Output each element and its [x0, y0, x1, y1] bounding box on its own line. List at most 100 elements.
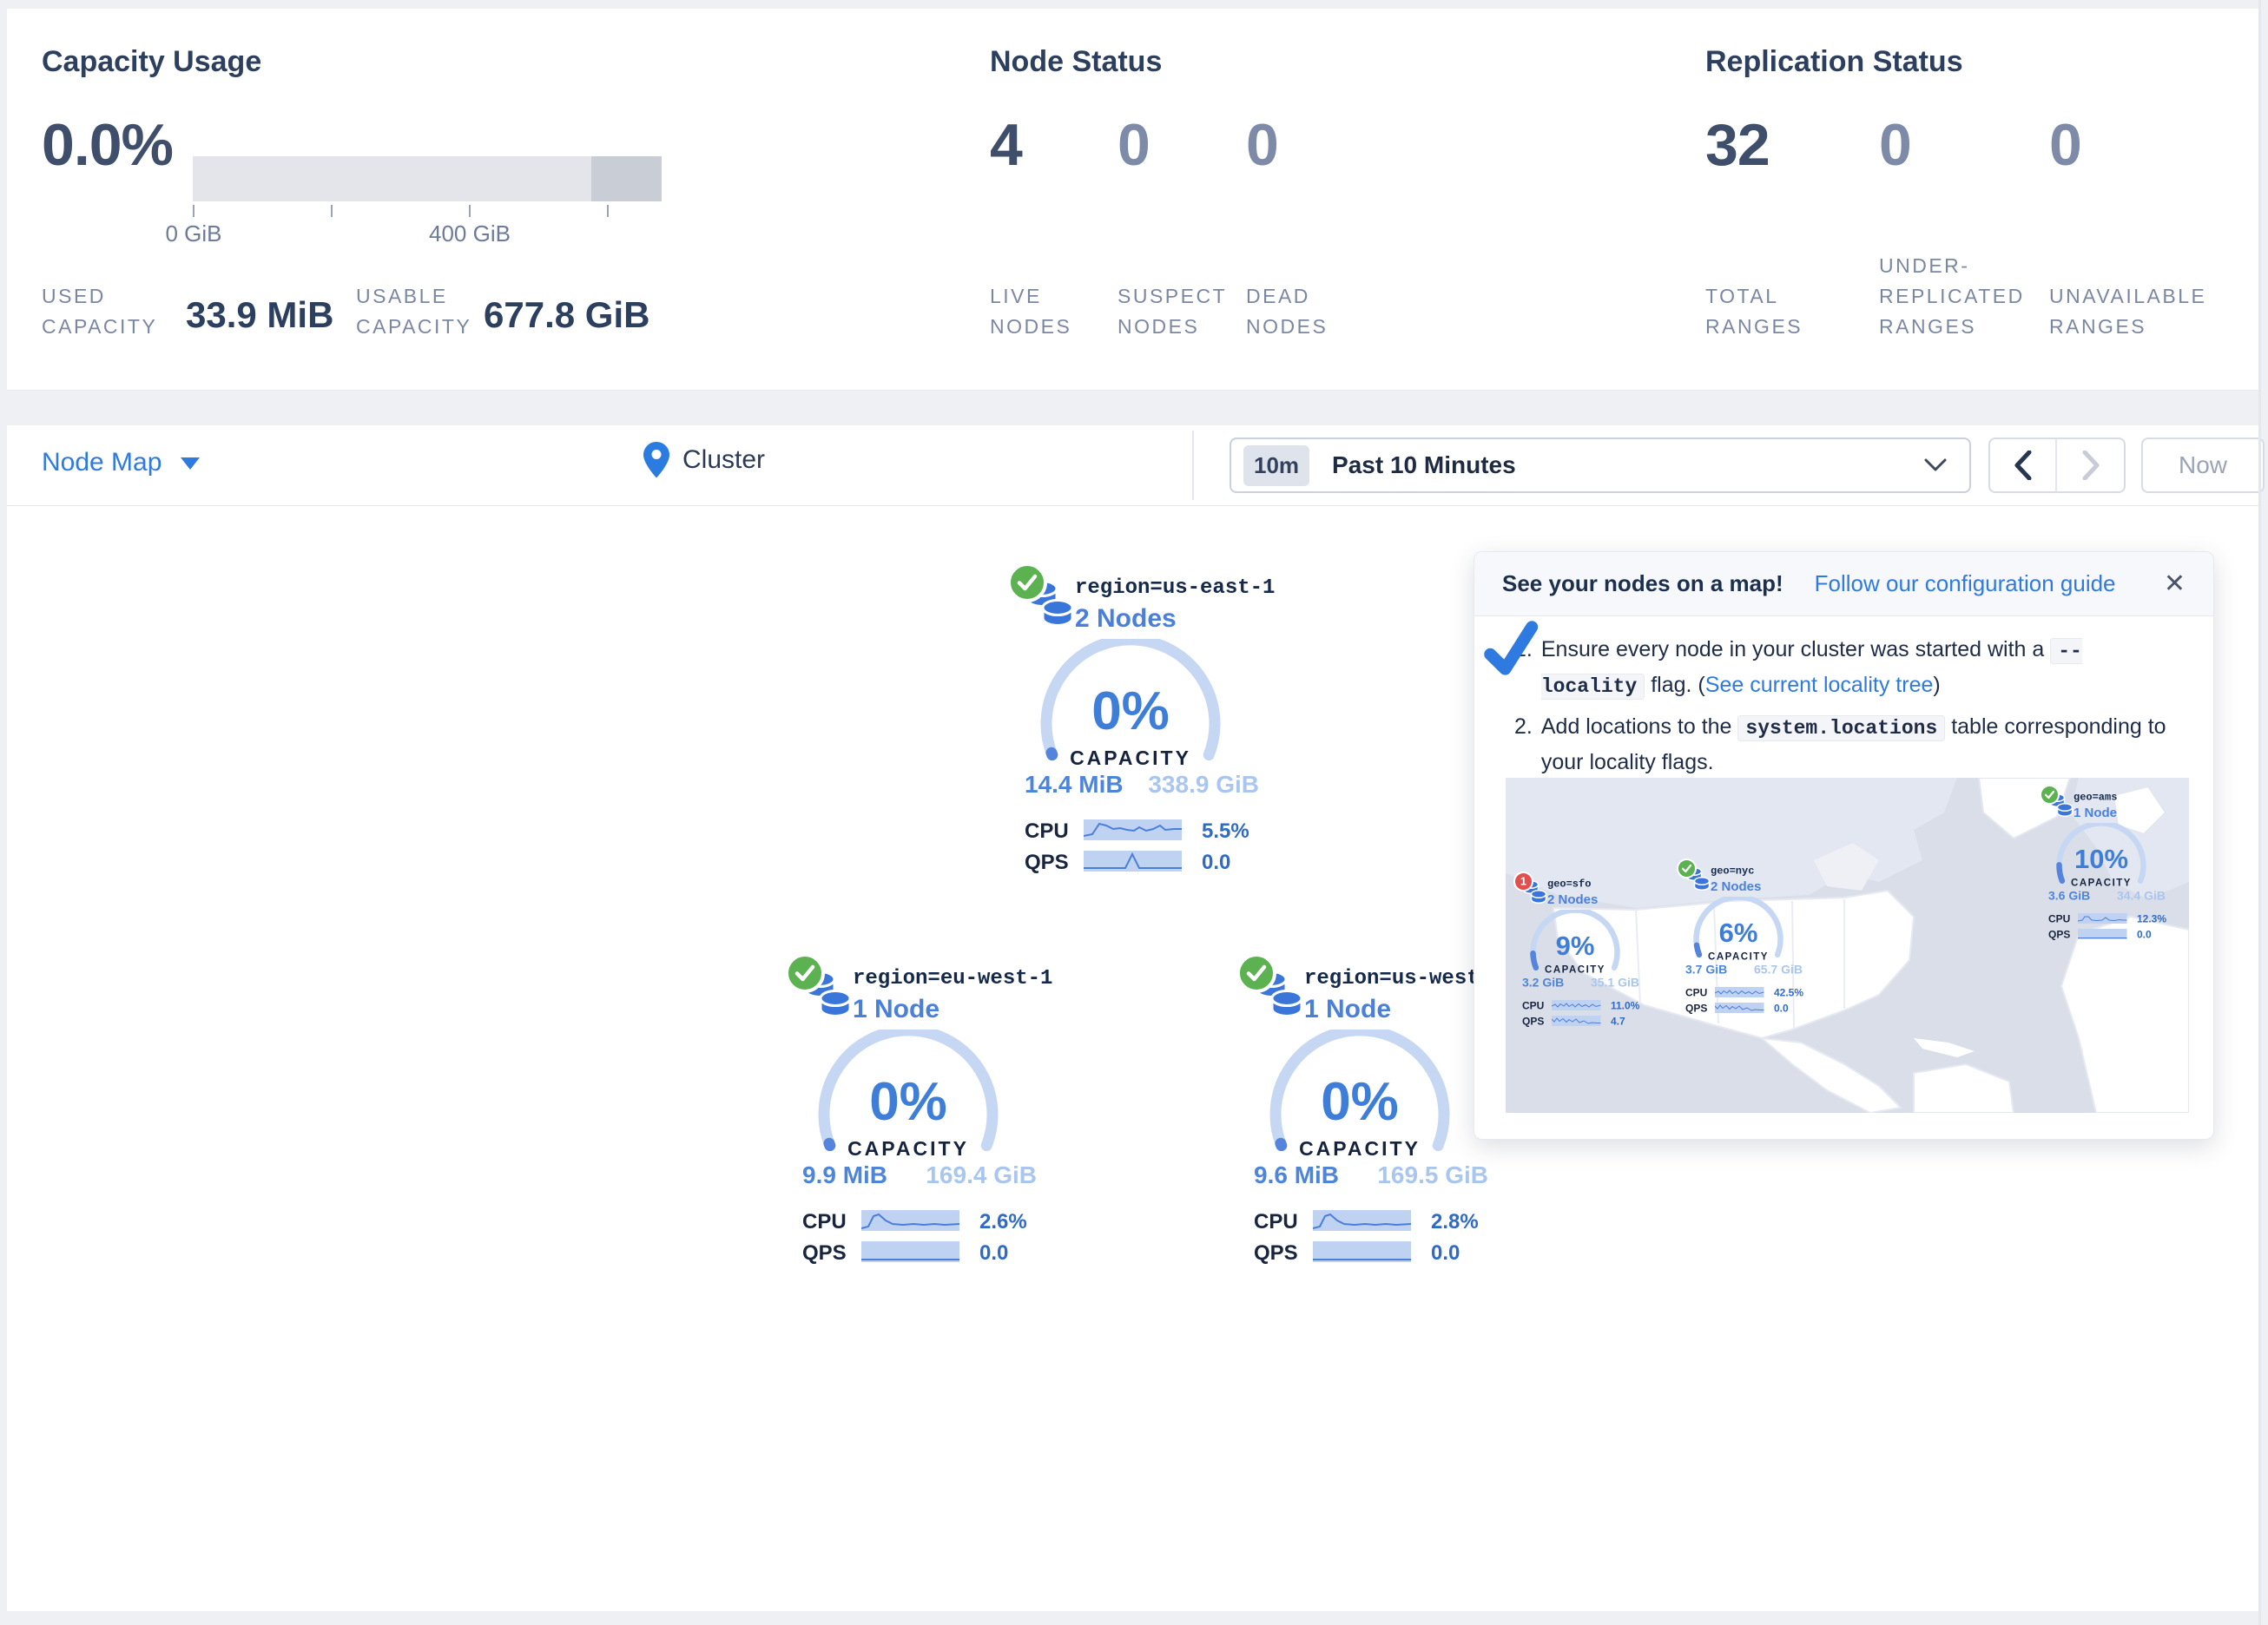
- qps-value: 0.0: [1431, 1241, 1460, 1266]
- replication-status-title: Replication Status: [1705, 45, 1963, 79]
- chevron-down-icon: [1924, 458, 1947, 472]
- warning-badge-icon: 1: [1513, 872, 1533, 891]
- breadcrumb-cluster-label: Cluster: [682, 445, 765, 475]
- locality-node-count[interactable]: 1 Node: [2074, 806, 2117, 820]
- locality-card-geo-nyc[interactable]: geo=nyc 2 Nodes 6% CAPACITY 3.7 GiB 65.7…: [1665, 859, 1812, 1023]
- total-ranges-label: TOTAL RANGES: [1705, 281, 1844, 342]
- capacity-axis-tick: [331, 205, 333, 217]
- qps-value: 0.0: [979, 1241, 1008, 1266]
- locality-node-count[interactable]: 1 Node: [1304, 995, 1391, 1024]
- locality-name: geo=sfo: [1547, 878, 1591, 891]
- locality-card-region-us-east-1[interactable]: region=us-east-1 2 Nodes 0% CAPACITY 14.…: [983, 562, 1278, 892]
- capacity-used-value: 9.6 MiB: [1254, 1161, 1339, 1189]
- locality-tree-link[interactable]: See current locality tree: [1705, 673, 1934, 697]
- healthy-badge-icon: [1007, 562, 1047, 602]
- cpu-row: CPU 42.5%: [1685, 987, 1803, 998]
- qps-sparkline: [1313, 1241, 1411, 1262]
- chevron-left-icon: [2014, 451, 2032, 480]
- capacity-total-value: 65.7 GiB: [1754, 963, 1803, 977]
- time-nav-group: [1988, 438, 2126, 493]
- capacity-axis-tick: [469, 205, 471, 217]
- used-capacity-label: USED CAPACITY: [42, 281, 172, 342]
- toolbar-divider: [1192, 431, 1194, 500]
- chevron-right-icon: [2082, 451, 2100, 480]
- popup-step-2: 2. Add locations to the system.locations…: [1514, 709, 2185, 780]
- qps-label: QPS: [1522, 1016, 1544, 1028]
- cpu-row: CPU 2.6%: [802, 1210, 1037, 1233]
- view-selector-dropdown[interactable]: Node Map: [42, 448, 200, 477]
- scrollbar-track[interactable]: [2258, 0, 2261, 1625]
- qps-sparkline: [1552, 1016, 1601, 1026]
- warning-count: 1: [1520, 875, 1526, 888]
- capacity-usage-title: Capacity Usage: [42, 45, 261, 79]
- cpu-sparkline: [1552, 1000, 1601, 1010]
- cpu-sparkline: [1715, 987, 1764, 997]
- locality-node-count[interactable]: 1 Node: [853, 995, 940, 1024]
- capacity-bar-other-segment: [591, 156, 662, 201]
- unavailable-ranges-value: 0: [2049, 111, 2081, 179]
- capacity-usage-bar: [193, 156, 662, 201]
- under-replicated-ranges-value: 0: [1879, 111, 1911, 179]
- close-icon[interactable]: ✕: [2164, 571, 2186, 597]
- healthy-badge-icon: [2040, 785, 2060, 805]
- capacity-label: CAPACITY: [1501, 964, 1649, 976]
- live-nodes-label: LIVE NODES: [990, 281, 1116, 342]
- capacity-label: CAPACITY: [983, 747, 1278, 770]
- time-range-dropdown[interactable]: 10m Past 10 Minutes: [1230, 438, 1971, 493]
- locality-card-geo-sfo[interactable]: 1 geo=sfo 2 Nodes 9% CAPACITY 3.2 GiB 3: [1501, 872, 1649, 1036]
- qps-row: QPS 0.0: [802, 1241, 1037, 1264]
- locality-card-region-eu-west-1[interactable]: region=eu-west-1 1 Node 0% CAPACITY 9.9 …: [761, 953, 1056, 1283]
- qps-label: QPS: [1025, 851, 1069, 875]
- time-back-button[interactable]: [1990, 439, 2057, 491]
- cpu-row: CPU 5.5%: [1025, 819, 1259, 842]
- cpu-label: CPU: [1025, 819, 1069, 844]
- blue-checkmark-icon: [1481, 620, 1542, 681]
- capacity-axis-tick: [607, 205, 609, 217]
- node-map-page: Capacity Usage 0.0% 0 GiB 400 GiB USED C…: [0, 0, 2268, 1625]
- view-selector-label: Node Map: [42, 448, 162, 477]
- locality-node-count[interactable]: 2 Nodes: [1711, 879, 1761, 894]
- qps-value: 0.0: [1202, 851, 1230, 875]
- cpu-sparkline: [2078, 913, 2127, 924]
- popup-title: See your nodes on a map!: [1502, 570, 1783, 597]
- cpu-row: CPU 2.8%: [1254, 1210, 1488, 1233]
- capacity-label: CAPACITY: [2027, 877, 2175, 889]
- popup-step-1: 1. Ensure every node in your cluster was…: [1514, 632, 2185, 704]
- capacity-used-value: 3.6 GiB: [2048, 889, 2090, 903]
- cpu-sparkline: [861, 1210, 959, 1231]
- qps-value: 0.0: [2137, 929, 2152, 941]
- cpu-value: 2.6%: [979, 1210, 1027, 1234]
- capacity-used-value: 3.7 GiB: [1685, 963, 1727, 977]
- breadcrumb[interactable]: Cluster: [643, 441, 765, 479]
- locality-name: region=us-east-1: [1075, 576, 1275, 600]
- capacity-used-value: 9.9 MiB: [802, 1161, 887, 1189]
- locality-card-region-us-west-1[interactable]: region=us-west-1 1 Node 0% CAPACITY 9.6 …: [1212, 953, 1507, 1283]
- qps-label: QPS: [1254, 1241, 1298, 1266]
- configuration-guide-link[interactable]: Follow our configuration guide: [1815, 570, 2116, 597]
- capacity-percent: 0%: [1212, 1071, 1507, 1133]
- cpu-label: CPU: [1522, 1000, 1544, 1012]
- unavailable-ranges-label: UNAVAILABLE RANGES: [2049, 281, 2253, 342]
- map-toolbar: Node Map Cluster 10m Past 10 Minutes: [7, 425, 2261, 506]
- cpu-value: 12.3%: [2137, 913, 2166, 925]
- live-nodes-value: 4: [990, 111, 1022, 179]
- locality-card-geo-ams[interactable]: geo=ams 1 Node 10% CAPACITY 3.6 GiB 34.4…: [2027, 785, 2175, 950]
- system-locations-code: system.locations: [1737, 715, 1945, 741]
- locality-node-count[interactable]: 2 Nodes: [1075, 604, 1177, 634]
- capacity-total-value: 169.4 GiB: [926, 1161, 1037, 1189]
- popup-instructions: 1. Ensure every node in your cluster was…: [1514, 632, 2185, 785]
- qps-sparkline: [1715, 1003, 1764, 1013]
- cpu-row: CPU 12.3%: [2048, 913, 2166, 924]
- locality-name: region=eu-west-1: [853, 967, 1052, 990]
- suspect-nodes-label: SUSPECT NODES: [1118, 281, 1243, 342]
- capacity-percent: 10%: [2027, 844, 2175, 875]
- qps-row: QPS 4.7: [1522, 1016, 1639, 1027]
- capacity-percent: 0%: [761, 1071, 1056, 1133]
- healthy-badge-icon: [785, 953, 825, 993]
- now-button[interactable]: Now: [2141, 438, 2265, 493]
- capacity-total-value: 169.5 GiB: [1377, 1161, 1488, 1189]
- locality-node-count[interactable]: 2 Nodes: [1547, 892, 1598, 907]
- time-forward-button[interactable]: [2057, 439, 2124, 491]
- capacity-used-value: 14.4 MiB: [1025, 771, 1124, 799]
- cpu-sparkline: [1313, 1210, 1411, 1231]
